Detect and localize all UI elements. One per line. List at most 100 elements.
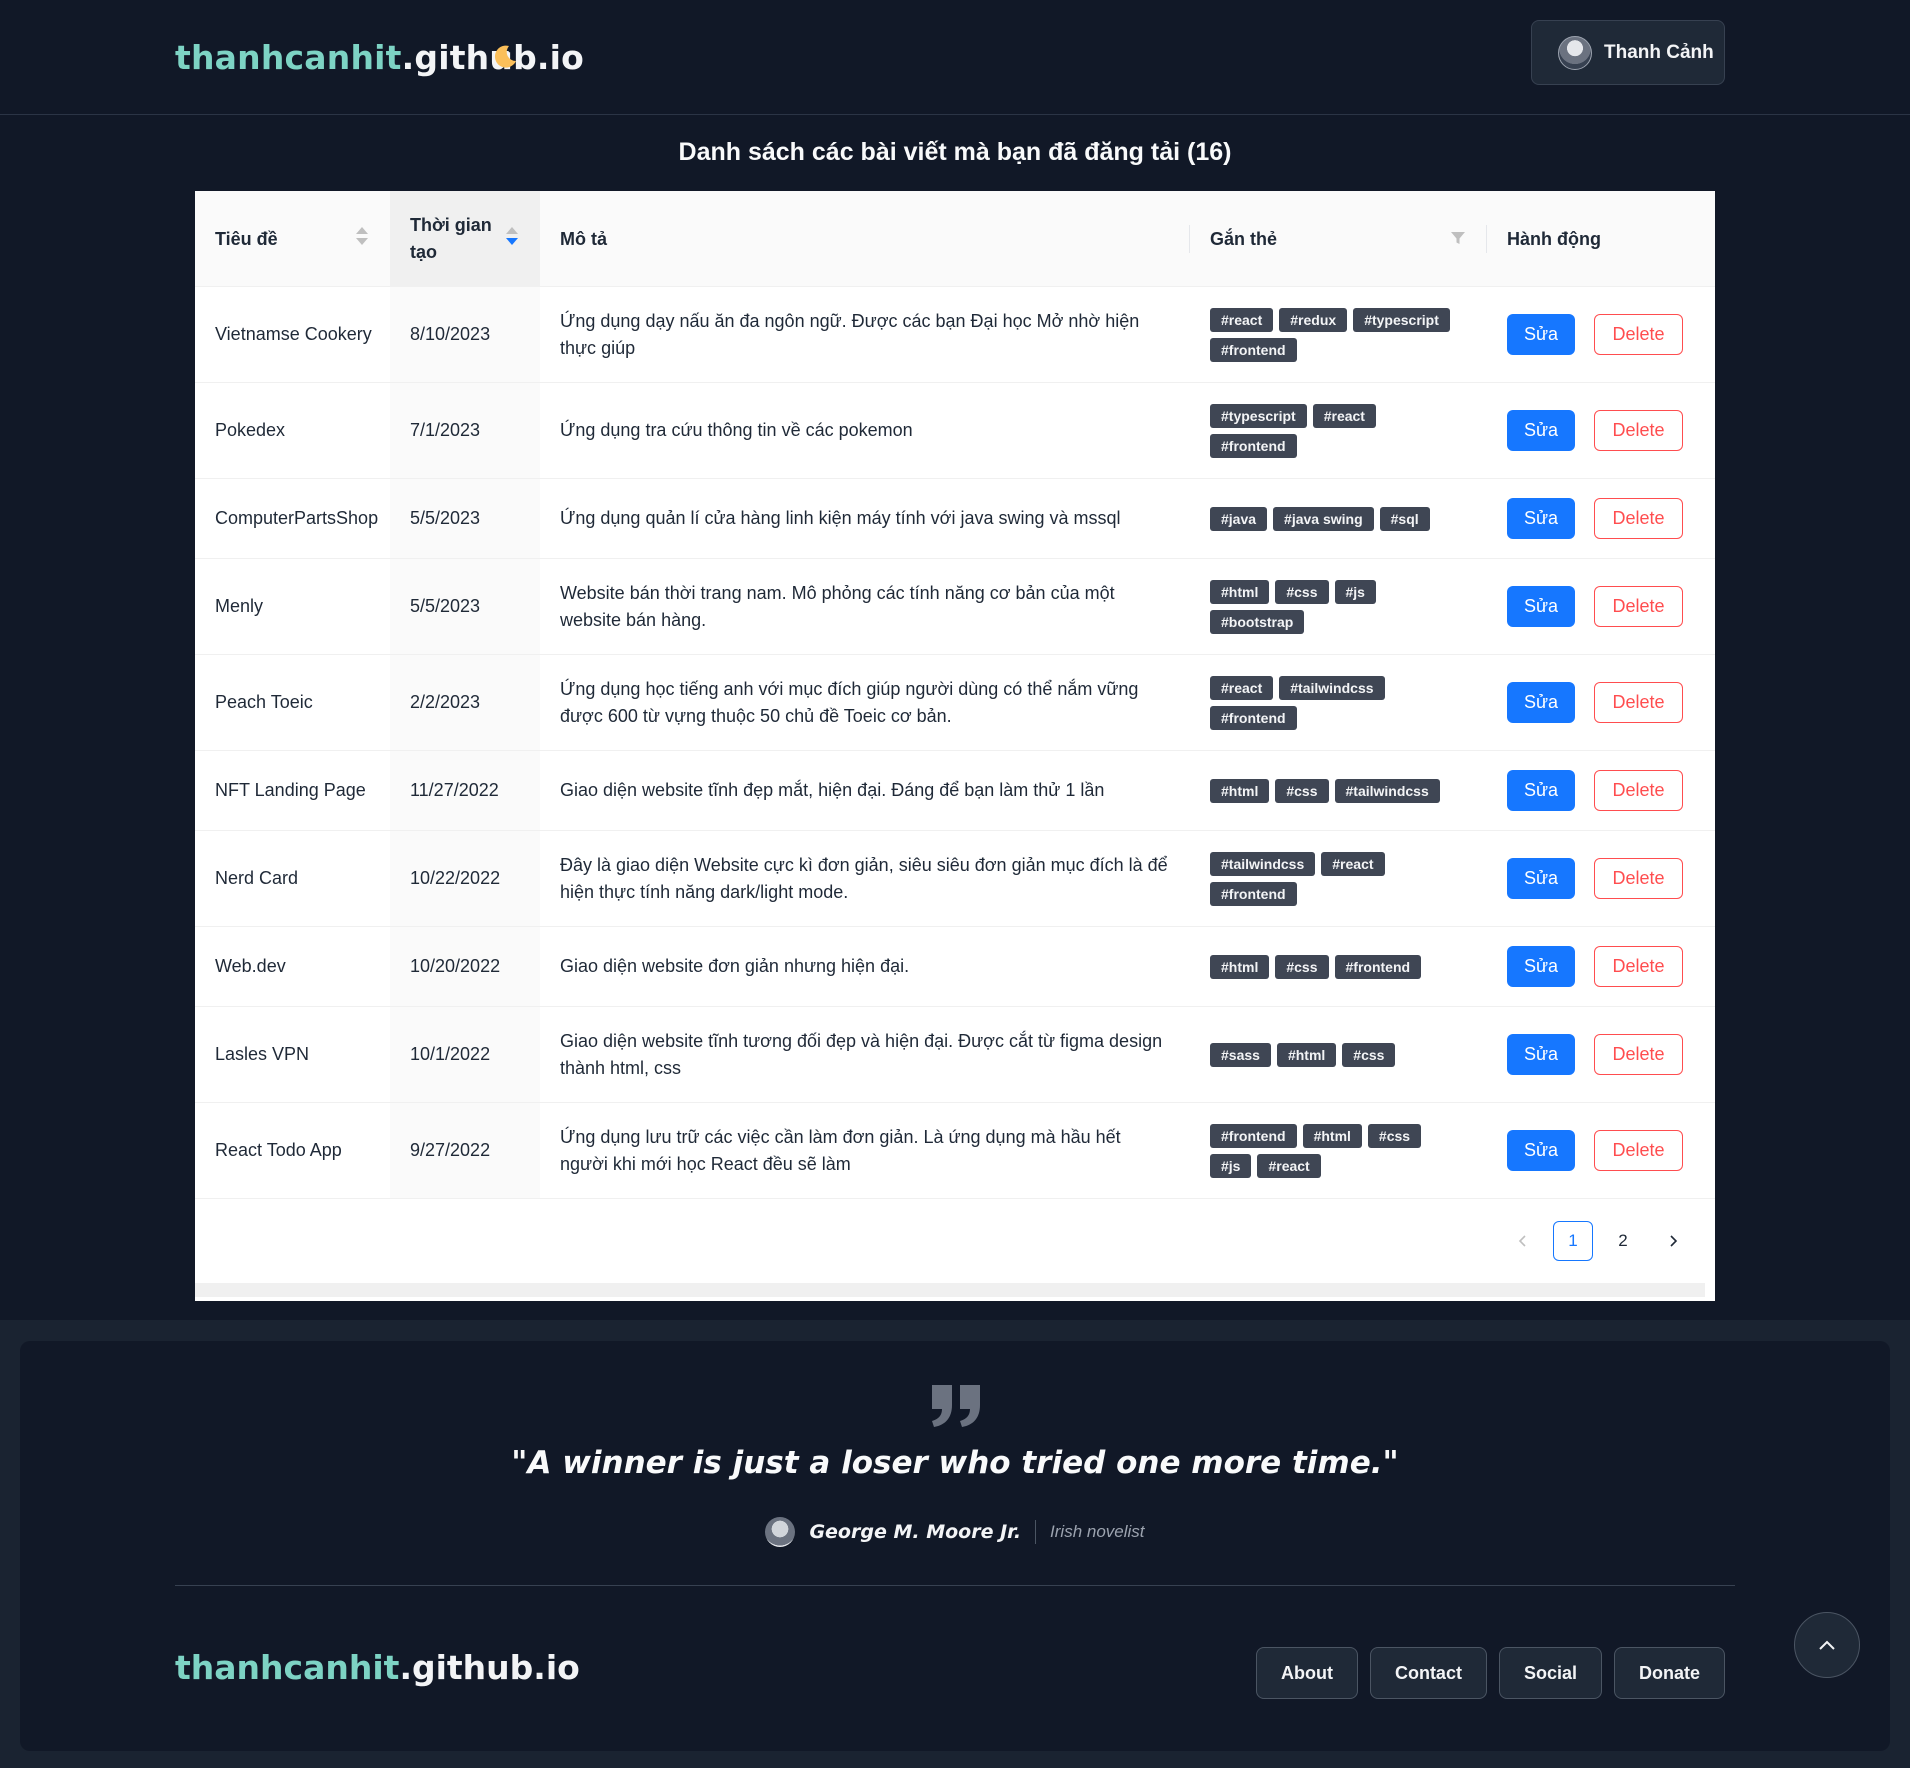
edit-button[interactable]: Sửa (1507, 314, 1575, 355)
cell-description: Ứng dụng tra cứu thông tin về các pokemo… (560, 420, 913, 440)
user-menu-button[interactable]: Thanh Cảnh (1531, 20, 1725, 85)
tag-badge: #tailwindcss (1334, 778, 1440, 803)
cell-description: Ứng dụng quản lí cửa hàng linh kiện máy … (560, 508, 1121, 528)
moon-icon[interactable] (490, 42, 520, 72)
cell-description: Giao diện website đơn giản nhưng hiện đạ… (560, 956, 910, 976)
edit-button[interactable]: Sửa (1507, 410, 1575, 451)
cell-actions: Sửa Delete (1487, 1007, 1715, 1102)
tag-list: #tailwindcss #react #frontend (1210, 851, 1487, 906)
tag-badge: #css (1342, 1042, 1396, 1067)
table-row: Web.dev 10/20/2022 Giao diện website đơn g… (195, 927, 1715, 1007)
cell-created: 5/5/2023 (390, 479, 540, 558)
delete-button[interactable]: Delete (1594, 1130, 1683, 1171)
tag-badge: #tailwindcss (1210, 851, 1316, 876)
avatar (765, 1517, 796, 1547)
tag-badge: #html (1210, 954, 1270, 979)
scroll-to-top-button[interactable] (1794, 1612, 1860, 1678)
footer-logo[interactable]: thanhcanhit.github.io (175, 1648, 580, 1687)
tag-badge: #react (1312, 403, 1376, 428)
tag-badge: #css (1367, 1123, 1422, 1148)
column-tags[interactable]: Gắn thẻ (1190, 191, 1487, 287)
pagination: 1 2 (1503, 1221, 1693, 1261)
cell-actions: Sửa Delete (1487, 751, 1715, 830)
author-name: George M. Moore Jr. (809, 1521, 1022, 1543)
quote-text: "A winner is just a loser who tried one … (511, 1445, 1399, 1481)
delete-button[interactable]: Delete (1594, 586, 1683, 627)
page-2[interactable]: 2 (1603, 1221, 1643, 1261)
cell-created: 7/1/2023 (390, 383, 540, 478)
column-created[interactable]: Thời gian tạo (390, 191, 540, 287)
cell-created: 11/27/2022 (390, 751, 540, 830)
tag-list: #react #redux #typescript #frontend (1210, 307, 1487, 362)
page-1[interactable]: 1 (1553, 1221, 1593, 1261)
tag-badge: #react (1321, 851, 1385, 876)
cell-tags: #html #css #frontend (1190, 927, 1487, 1006)
cell-title: React Todo App (215, 1140, 342, 1160)
cell-actions: Sửa Delete (1487, 479, 1715, 558)
cell-tags: #sass #html #css (1190, 1007, 1487, 1102)
table-row: React Todo App 9/27/2022 Ứng dụng lưu trữ … (195, 1103, 1715, 1199)
cell-title: ComputerPartsShop (215, 508, 379, 528)
site-logo[interactable]: thanhcanhit.github.io (175, 38, 584, 77)
edit-button[interactable]: Sửa (1507, 682, 1575, 723)
tag-list: #java #java swing #sql (1210, 506, 1450, 531)
tag-badge: #html (1276, 1042, 1337, 1067)
footer-link-contact[interactable]: Contact (1369, 1647, 1487, 1699)
footer-link-donate[interactable]: Donate (1613, 1647, 1725, 1699)
delete-button[interactable]: Delete (1594, 682, 1683, 723)
edit-button[interactable]: Sửa (1507, 1034, 1575, 1075)
horizontal-scrollbar[interactable] (195, 1283, 1705, 1297)
footer-link-about[interactable]: About (1255, 1647, 1358, 1699)
delete-button[interactable]: Delete (1594, 498, 1683, 539)
delete-button[interactable]: Delete (1594, 858, 1683, 899)
footer-link-social[interactable]: Social (1498, 1647, 1602, 1699)
cell-tags: #html #css #js #bootstrap (1190, 559, 1487, 654)
tag-list: #html #css #tailwindcss (1210, 778, 1460, 803)
cell-title: Web.dev (215, 956, 286, 976)
cell-description: Website bán thời trang nam. Mô phỏng các… (560, 582, 1115, 630)
cell-title: Peach Toeic (215, 692, 313, 712)
cell-created: 10/22/2022 (390, 831, 540, 926)
column-actions: Hành động (1507, 228, 1601, 249)
cell-created: 10/1/2022 (390, 1007, 540, 1102)
sort-icon[interactable] (356, 227, 368, 249)
delete-button[interactable]: Delete (1594, 770, 1683, 811)
tag-badge: #html (1210, 778, 1270, 803)
prev-page-icon[interactable] (1503, 1221, 1543, 1261)
cell-created: 5/5/2023 (390, 559, 540, 654)
table-row: Lasles VPN 10/1/2022 Giao diện website tĩn… (195, 1007, 1715, 1103)
page-title: Danh sách các bài viết mà bạn đã đăng tả… (678, 138, 1232, 166)
sort-desc-icon[interactable] (506, 227, 518, 249)
tag-badge: #react (1210, 675, 1274, 700)
quote-icon (932, 1385, 980, 1427)
avatar (1558, 35, 1592, 70)
tag-badge: #react (1210, 307, 1274, 332)
tag-badge: #sql (1379, 506, 1430, 531)
edit-button[interactable]: Sửa (1507, 498, 1575, 539)
cell-description: Giao diện website tĩnh đẹp mắt, hiện đại… (560, 780, 1105, 800)
cell-title: NFT Landing Page (215, 780, 366, 800)
delete-button[interactable]: Delete (1594, 410, 1683, 451)
posts-table: Tiêu đề Thời gian tạo Mô tả Gắn thẻ Hành… (195, 191, 1715, 1301)
edit-button[interactable]: Sửa (1507, 1130, 1575, 1171)
filter-icon[interactable] (1451, 231, 1465, 245)
column-title[interactable]: Tiêu đề (195, 191, 390, 287)
delete-button[interactable]: Delete (1594, 1034, 1683, 1075)
edit-button[interactable]: Sửa (1507, 770, 1575, 811)
table-row: Vietnamse Cookery 8/10/2023 Ứng dụng dạy n… (195, 287, 1715, 383)
cell-created: 2/2/2023 (390, 655, 540, 750)
edit-button[interactable]: Sửa (1507, 858, 1575, 899)
tag-badge: #typescript (1353, 307, 1450, 332)
delete-button[interactable]: Delete (1594, 314, 1683, 355)
tag-badge: #frontend (1210, 433, 1297, 458)
cell-title: Pokedex (215, 420, 286, 440)
edit-button[interactable]: Sửa (1507, 946, 1575, 987)
cell-description: Giao diện website tĩnh tương đối đẹp và … (560, 1030, 1163, 1078)
site-footer: "A winner is just a loser who tried one … (20, 1341, 1890, 1751)
edit-button[interactable]: Sửa (1507, 586, 1575, 627)
next-page-icon[interactable] (1653, 1221, 1693, 1261)
cell-description: Ứng dụng dạy nấu ăn đa ngôn ngữ. Được cá… (560, 310, 1140, 358)
delete-button[interactable]: Delete (1594, 946, 1683, 987)
tag-badge: #js (1334, 579, 1376, 604)
cell-tags: #react #redux #typescript #frontend (1190, 287, 1487, 382)
